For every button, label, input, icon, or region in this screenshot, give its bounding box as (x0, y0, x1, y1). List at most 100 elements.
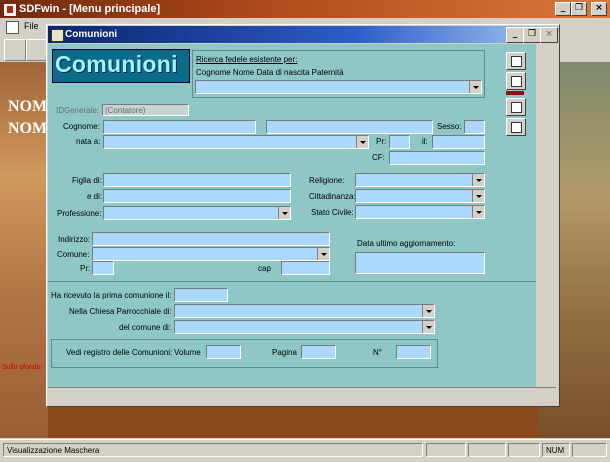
numero-field[interactable] (396, 345, 431, 359)
comune-combo[interactable] (92, 247, 330, 261)
search-record-button[interactable] (506, 118, 526, 136)
volume-field[interactable] (206, 345, 241, 359)
chevron-down-icon[interactable] (317, 248, 329, 260)
app-title-bar: SDFwin - [Menu principale] _ ❐ × (0, 0, 610, 18)
pagina-label: Pagina (272, 348, 297, 357)
chevron-down-icon[interactable] (278, 207, 290, 219)
chevron-down-icon[interactable] (356, 136, 368, 148)
status-cell-1 (426, 443, 466, 457)
new-record-icon (511, 76, 522, 87)
nata-a-label: nata a: (76, 137, 101, 146)
search-label-2: Cognome Nome Data di nascita Paternità (196, 68, 344, 77)
status-bar: Visualizzazione Maschera NUM (0, 439, 610, 462)
status-text: Visualizzazione Maschera (3, 443, 423, 457)
section-divider (48, 281, 536, 282)
il-label: il: (422, 137, 428, 146)
close-button[interactable]: × (591, 2, 607, 16)
tools-icon (511, 122, 522, 133)
chevron-down-icon[interactable] (422, 305, 434, 317)
menu-file[interactable]: File (24, 21, 39, 31)
status-cell-4 (572, 443, 607, 457)
toolbar-button-1[interactable] (4, 39, 26, 61)
data-aggiornamento-label: Data ultimo aggiornamento: (357, 239, 456, 248)
comunioni-title-bar: Comunioni _ ❐ × (48, 26, 558, 43)
chiesa-label: Nella Chiesa Parrocchiale di: (69, 307, 172, 316)
numero-label: N° (373, 348, 382, 357)
exit-icon (511, 56, 522, 67)
cittadinanza-label: Cittadinanza: (309, 192, 356, 201)
sesso-field[interactable] (464, 120, 485, 134)
pr-address-label: Pr: (80, 264, 91, 273)
background-caption: Sullo sfondo: (2, 364, 43, 371)
toolbar-button-2[interactable] (26, 39, 48, 61)
stato-civile-label: Stato Civile: (311, 208, 354, 217)
form-side-strip (536, 44, 556, 387)
pr-label: Pr: (376, 137, 387, 146)
child-close-button[interactable]: × (540, 27, 558, 43)
child-minimize-button[interactable]: _ (506, 27, 524, 43)
volume-label: Volume (174, 348, 201, 357)
indirizzo-field[interactable] (92, 232, 330, 246)
chevron-down-icon[interactable] (472, 174, 484, 186)
data-aggiornamento-field[interactable] (355, 252, 485, 274)
new-record-button[interactable] (506, 72, 526, 90)
idgenerale-label: IDGenerale: (56, 106, 100, 115)
minimize-button[interactable]: _ (555, 2, 571, 16)
birth-date-field[interactable] (432, 135, 485, 149)
professione-label: Professione: (57, 209, 102, 218)
stato-civile-combo[interactable] (355, 205, 485, 219)
search-label-1: Ricerca fedele esistente per: (196, 55, 298, 64)
restore-button[interactable]: ❐ (571, 2, 587, 16)
app-icon (3, 3, 17, 17)
comune-label: Comune: (57, 250, 90, 259)
indirizzo-label: Indirizzo: (58, 235, 91, 244)
heading-text: Comunioni (55, 51, 178, 77)
cap-field[interactable] (281, 261, 330, 275)
pr-address-field[interactable] (92, 261, 114, 275)
del-comune-label: del comune di: (119, 323, 172, 332)
religione-label: Religione: (309, 176, 345, 185)
chevron-down-icon[interactable] (422, 321, 434, 333)
cap-label: cap (258, 264, 271, 273)
background-left-panel (0, 62, 48, 438)
professione-combo[interactable] (103, 206, 291, 220)
exit-form-button[interactable] (506, 52, 526, 70)
form-heading: Comunioni (52, 49, 190, 83)
cittadinanza-combo[interactable] (355, 189, 485, 203)
figlia-di-label: Figlia di: (72, 176, 102, 185)
background-word-1: NOM (8, 98, 48, 115)
figlia-di-field[interactable] (103, 173, 291, 187)
app-title: SDFwin - [Menu principale] (19, 3, 161, 15)
status-num: NUM (542, 443, 570, 457)
e-di-field[interactable] (103, 189, 291, 203)
nome-field[interactable] (266, 120, 433, 134)
del-comune-combo[interactable] (174, 320, 435, 334)
prima-comunione-date-field[interactable] (174, 288, 228, 302)
nata-a-combo[interactable] (103, 135, 369, 149)
cognome-label: Cognome: (63, 122, 100, 131)
document-icon (511, 102, 522, 113)
sesso-label: Sesso: (437, 122, 462, 131)
system-menu-icon[interactable] (6, 21, 19, 34)
cf-label: CF: (372, 153, 385, 162)
status-cell-3 (508, 443, 540, 457)
cf-field[interactable] (389, 151, 485, 165)
status-cell-2 (468, 443, 506, 457)
idgenerale-field: (Contatore) (102, 104, 189, 116)
pagina-field[interactable] (301, 345, 336, 359)
pr-field[interactable] (389, 135, 410, 149)
chiesa-combo[interactable] (174, 304, 435, 318)
registro-label: Vedi registro delle Comunioni: (66, 348, 173, 357)
print-button[interactable] (506, 98, 526, 116)
chevron-down-icon[interactable] (472, 190, 484, 202)
separator-bar (506, 91, 524, 95)
background-word-2: NOM (8, 120, 48, 137)
cognome-field[interactable] (103, 120, 256, 134)
child-restore-button[interactable]: ❐ (523, 27, 541, 43)
form-bottom-bar (48, 387, 556, 405)
comunioni-window-title: Comunioni (65, 29, 118, 40)
religione-combo[interactable] (355, 173, 485, 187)
chevron-down-icon[interactable] (472, 206, 484, 218)
chevron-down-icon[interactable] (469, 81, 481, 93)
search-combo[interactable] (195, 80, 482, 94)
